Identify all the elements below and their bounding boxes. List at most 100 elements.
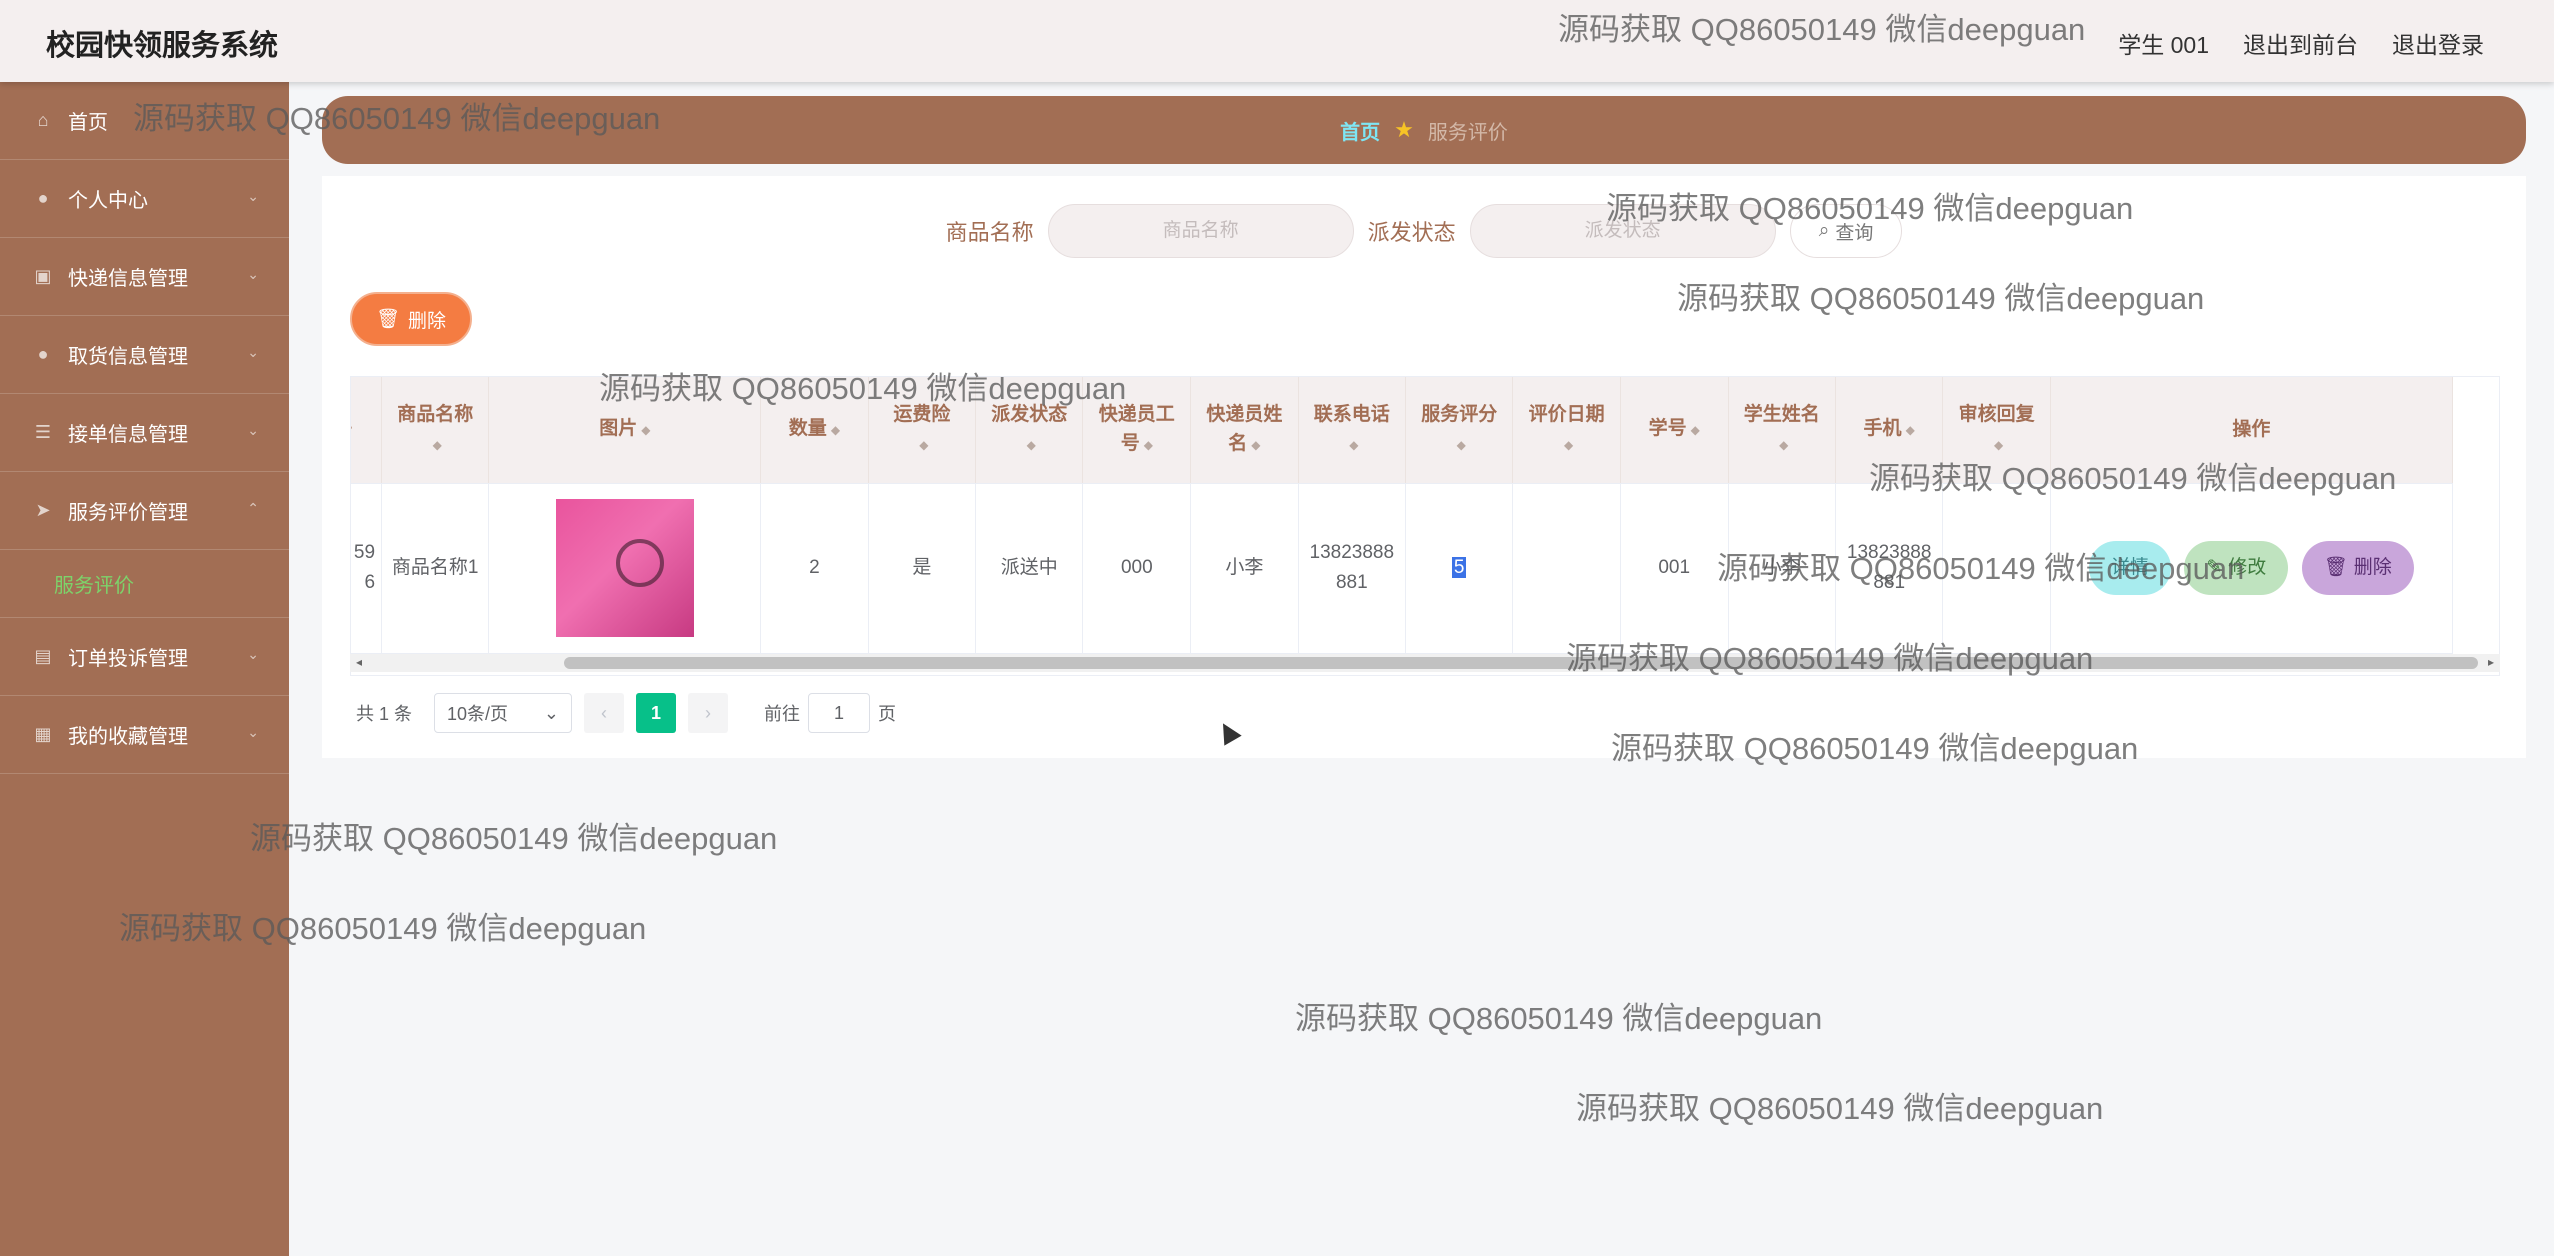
cell-score: 5	[1405, 483, 1514, 654]
product-name-input[interactable]	[1047, 204, 1354, 258]
sidebar-item-complaints[interactable]: ▤ 订单投诉管理 ⌄	[0, 618, 289, 696]
watermark-text: 源码获取 QQ86050149 微信deepguan	[1295, 1001, 1823, 1036]
column-header[interactable]: 派发状态 ◆	[975, 377, 1084, 484]
breadcrumb-current: 服务评价	[1427, 121, 1508, 144]
logout-link[interactable]: 退出登录	[2392, 26, 2484, 60]
sidebar-item-label: 快递信息管理	[68, 268, 188, 290]
column-header[interactable]: 评价日期 ◆	[1512, 377, 1621, 484]
column-header[interactable]: 服务评分 ◆	[1405, 377, 1514, 484]
sort-icon: ◆	[1251, 437, 1261, 452]
sidebar-item-order-taking[interactable]: ☰ 接单信息管理 ⌄	[0, 394, 289, 472]
top-header: 校园快领服务系统 学生 001 退出到前台 退出登录	[0, 0, 2554, 82]
column-header[interactable]: 快递员工号 ◆	[1082, 377, 1192, 484]
cell-image	[488, 483, 762, 654]
page-unit-label: 页	[878, 704, 897, 724]
main-content: 商品名称 派发状态 ⌕ 查询 🗑 删除 号 商品名称◆ 图片◆	[322, 176, 2526, 758]
column-header[interactable]: 审核回复 ◆	[1942, 377, 2051, 484]
sort-icon: ◆	[1143, 437, 1153, 452]
page-size-select[interactable]: 10条/页 ⌄	[434, 693, 573, 733]
detail-button[interactable]: 详情	[2089, 541, 2172, 595]
edit-button[interactable]: ✎ 修改	[2184, 541, 2289, 595]
column-header[interactable]: 号	[351, 377, 383, 484]
sidebar: ⌂ 首页 ● 个人中心 ⌄ ▣ 快递信息管理 ⌄ ● 取货信息管理 ⌄ ☰ 接单…	[0, 82, 289, 1256]
cell-student-name: 小李	[1728, 483, 1836, 654]
chevron-down-icon: ⌄	[247, 646, 259, 662]
watermark-text: 源码获取 QQ86050149 微信deepguan	[1576, 1091, 2104, 1126]
exit-to-front-link[interactable]: 退出到前台	[2243, 26, 2358, 60]
column-header[interactable]: 数量 ◆	[760, 377, 869, 484]
dispatch-status-label: 派发状态	[1367, 220, 1456, 245]
cell-order-no: 59 6	[351, 483, 383, 654]
sidebar-item-label: 接单信息管理	[68, 424, 188, 446]
cell-review-date	[1512, 483, 1621, 654]
breadcrumb: 首页 ★ 服务评价	[322, 96, 2526, 164]
prev-page-button[interactable]: ‹	[584, 693, 625, 733]
product-image[interactable]	[555, 499, 694, 637]
column-header[interactable]: 运费险 ◆	[868, 377, 977, 484]
horizontal-scrollbar[interactable]: ◂ ▸	[350, 654, 2500, 672]
row-delete-button-label: 删除	[2353, 557, 2392, 578]
column-header[interactable]: 学号 ◆	[1620, 377, 1729, 484]
send-icon: ➤	[35, 500, 51, 520]
cell-status: 派送中	[975, 483, 1084, 654]
submenu-item-service-review[interactable]: 服务评价	[0, 550, 289, 618]
column-header[interactable]: 手机 ◆	[1835, 377, 1944, 484]
row-delete-button[interactable]: 🗑 删除	[2301, 541, 2414, 595]
sidebar-item-favorites[interactable]: ▦ 我的收藏管理 ⌄	[0, 696, 289, 774]
delete-button-label: 删除	[408, 310, 447, 332]
cell-insurance: 是	[868, 483, 977, 654]
grid-icon: ▦	[34, 724, 52, 744]
edit-icon: ✎	[2206, 557, 2223, 578]
total-count: 共 1 条	[356, 704, 413, 724]
user-icon: ●	[37, 344, 49, 364]
column-header: 操作	[2050, 377, 2454, 484]
batch-delete-button[interactable]: 🗑 删除	[350, 292, 472, 346]
column-header[interactable]: 图片 ◆	[488, 377, 762, 484]
table-row[interactable]: 59 6 商品名称1 2 是 派送中 000 小李 13823888881 5 …	[351, 483, 2454, 654]
page-number-button[interactable]: 1	[636, 693, 677, 733]
goto-page-input[interactable]	[808, 693, 871, 733]
column-header[interactable]: 快递员姓名 ◆	[1190, 377, 1299, 484]
current-user[interactable]: 学生 001	[2118, 26, 2209, 60]
search-icon: ⌕	[1818, 220, 1830, 241]
search-button[interactable]: ⌕ 查询	[1789, 204, 1903, 258]
star-icon: ★	[1394, 117, 1414, 142]
sidebar-item-label: 个人中心	[68, 190, 148, 212]
trash-icon: 🗑	[375, 309, 401, 330]
cell-product-name: 商品名称1	[381, 483, 490, 654]
breadcrumb-home[interactable]: 首页	[1340, 116, 1380, 145]
scroll-left-icon[interactable]: ◂	[356, 655, 362, 669]
sort-icon: ◆	[919, 437, 929, 452]
sort-icon: ◆	[1563, 437, 1574, 452]
column-header[interactable]: 学生姓名 ◆	[1728, 377, 1836, 484]
sort-icon: ◆	[1905, 423, 1915, 438]
detail-button-label: 详情	[2111, 557, 2150, 578]
submenu-item-label: 服务评价	[54, 575, 134, 597]
edit-button-label: 修改	[2228, 557, 2267, 578]
user-icon: ●	[37, 188, 49, 208]
column-header[interactable]: 商品名称 ◆	[381, 377, 490, 484]
chevron-down-icon: ⌄	[247, 188, 259, 204]
sidebar-item-label: 服务评价管理	[68, 502, 188, 524]
sidebar-item-service-review[interactable]: ➤ 服务评价管理 ⌃	[0, 472, 289, 550]
scroll-thumb[interactable]	[564, 657, 2478, 669]
watermark-text: 源码获取 QQ86050149 微信deepguan	[250, 821, 778, 856]
sidebar-item-pickup-info[interactable]: ● 取货信息管理 ⌄	[0, 316, 289, 394]
package-icon: ▣	[34, 266, 52, 286]
scroll-right-icon[interactable]: ▸	[2488, 655, 2494, 669]
sidebar-item-personal-center[interactable]: ● 个人中心 ⌄	[0, 160, 289, 238]
dispatch-status-input[interactable]	[1469, 204, 1776, 258]
sidebar-item-home[interactable]: ⌂ 首页	[0, 82, 289, 160]
product-name-label: 商品名称	[945, 220, 1034, 245]
cell-courier-id: 000	[1082, 483, 1192, 654]
chevron-down-icon: ⌄	[247, 344, 259, 360]
chevron-left-icon: ‹	[601, 702, 608, 723]
sidebar-item-express-info[interactable]: ▣ 快递信息管理 ⌄	[0, 238, 289, 316]
next-page-button[interactable]: ›	[688, 693, 729, 733]
sort-icon: ◆	[1993, 437, 2004, 452]
sidebar-item-label: 首页	[68, 112, 108, 134]
sort-icon: ◆	[1779, 437, 1789, 452]
sort-icon: ◆	[641, 423, 651, 438]
sort-icon: ◆	[830, 423, 841, 438]
column-header[interactable]: 联系电话 ◆	[1298, 377, 1407, 484]
